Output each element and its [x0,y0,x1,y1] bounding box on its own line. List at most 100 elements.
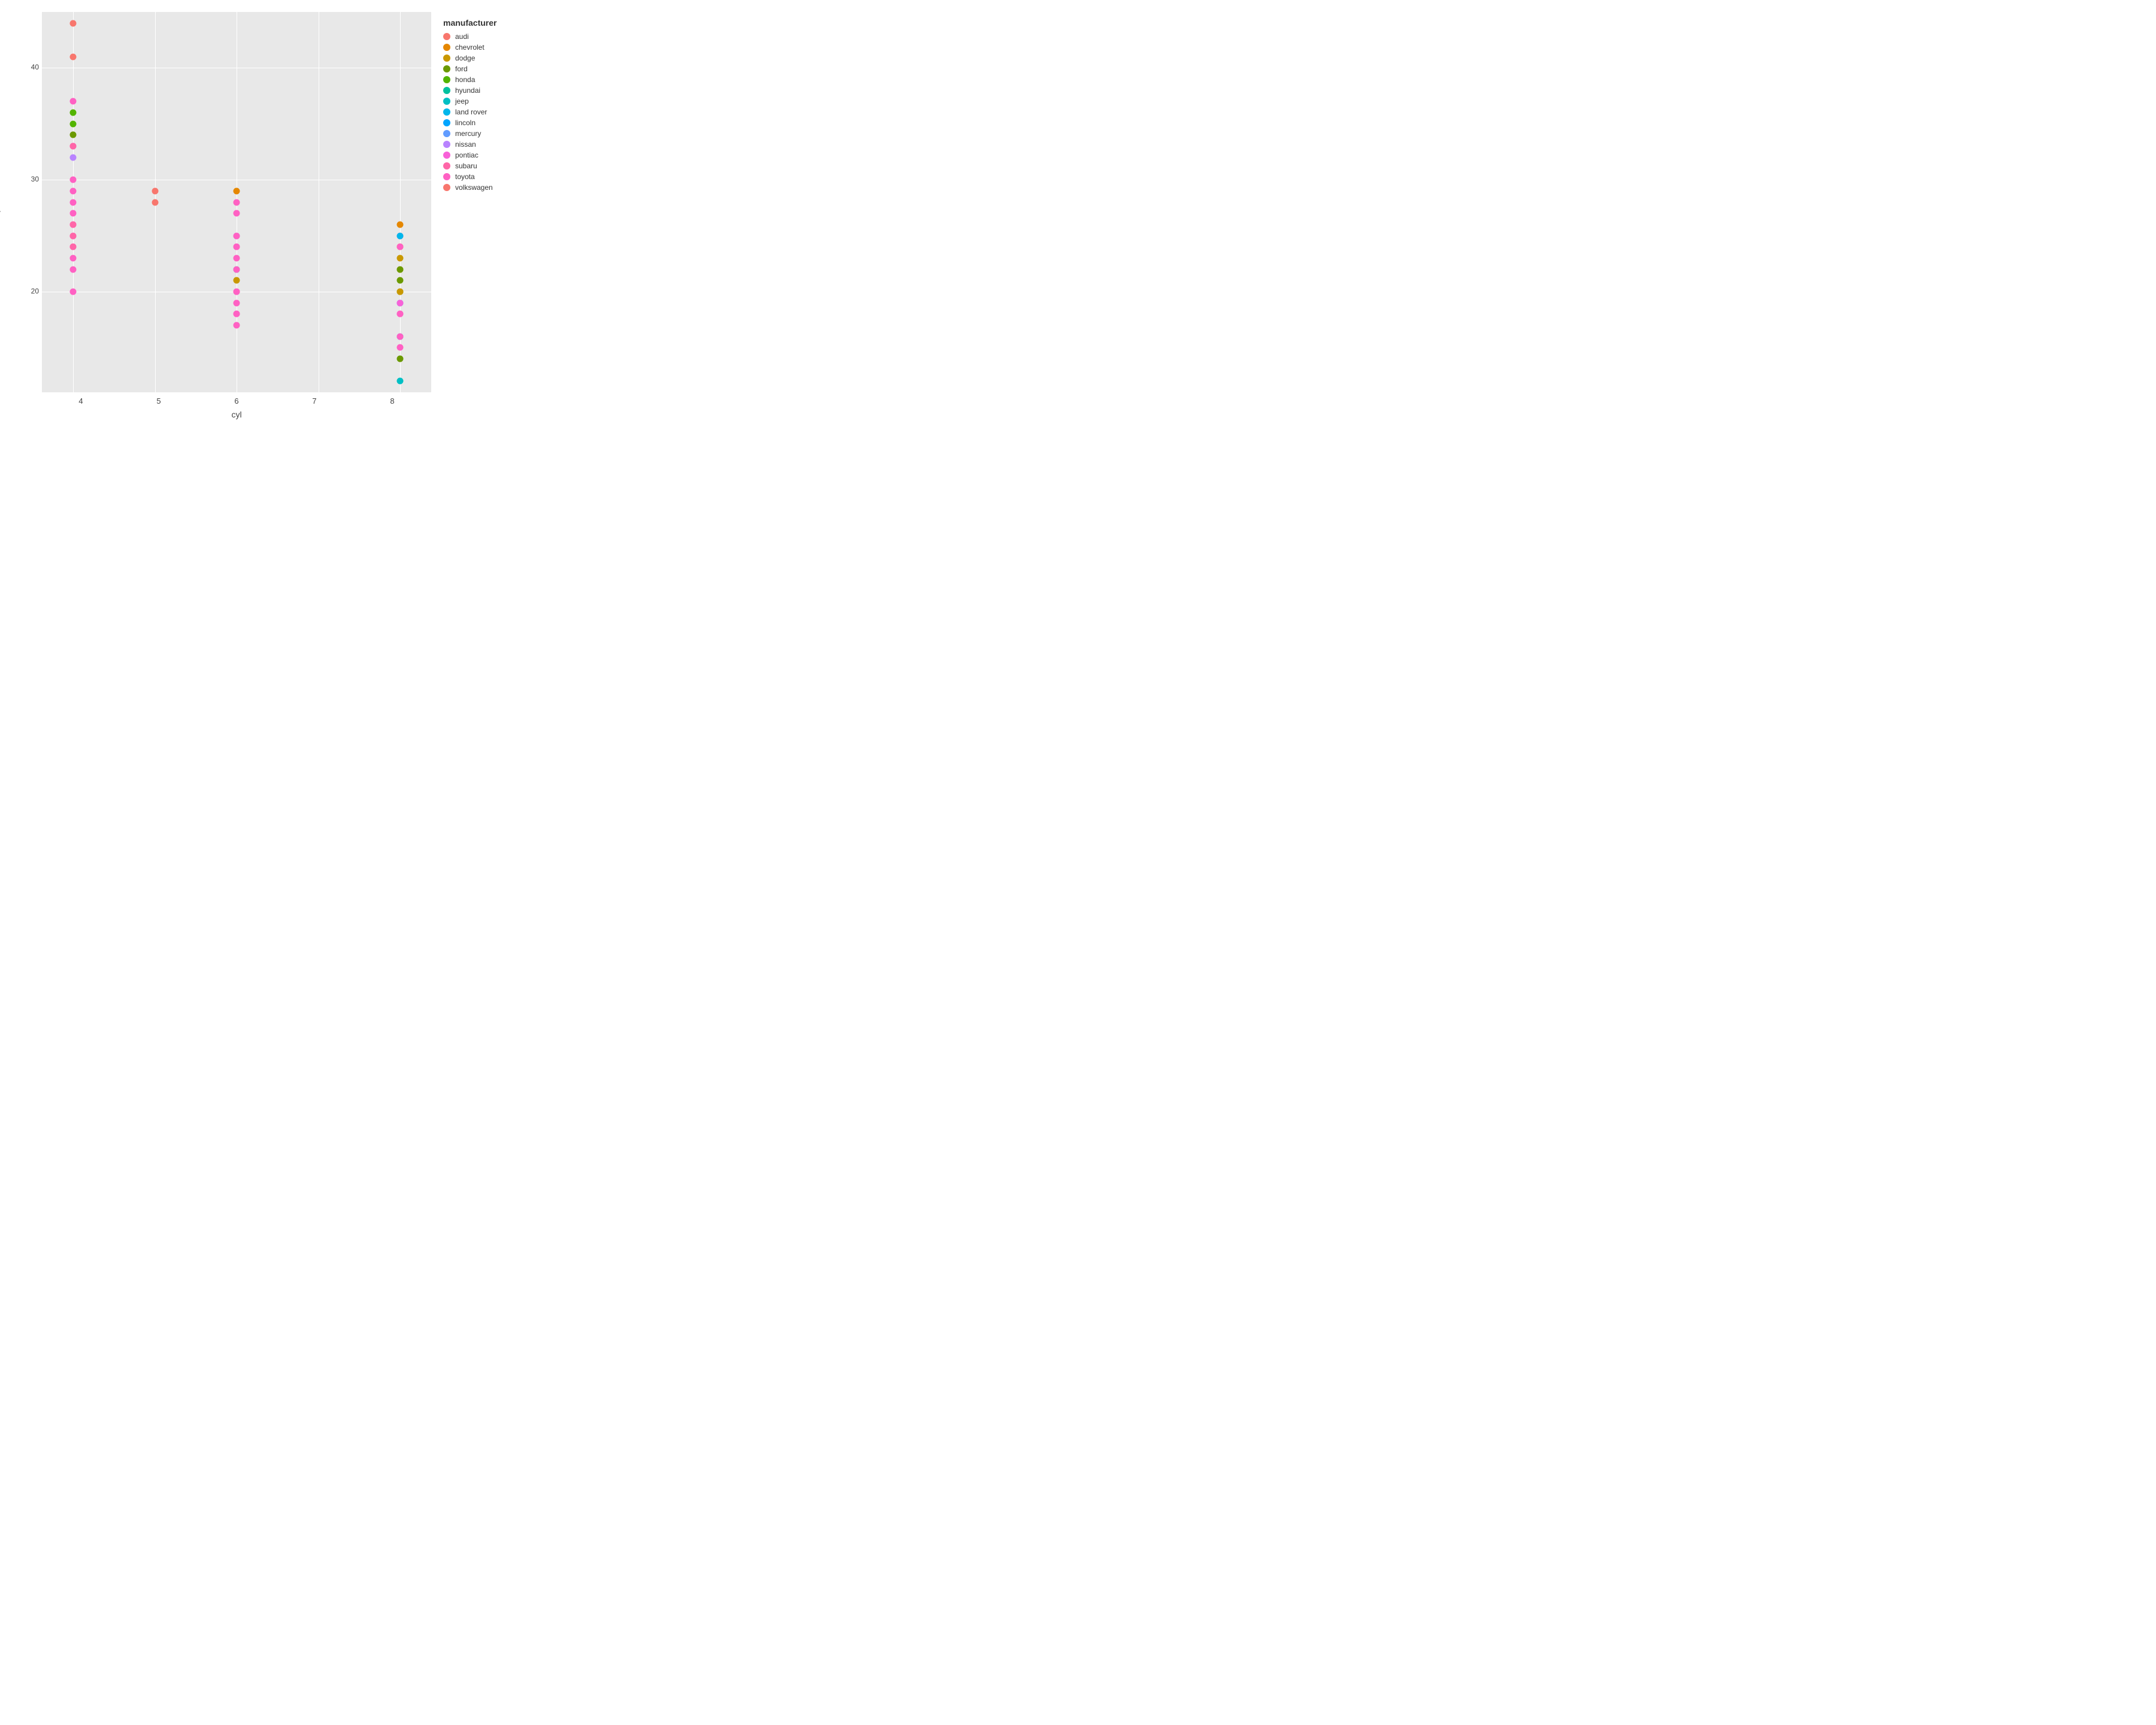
data-dot [397,221,404,228]
legend-item: toyota [443,171,521,182]
data-dot [70,177,77,183]
data-dot [70,266,77,273]
data-dot [397,378,404,385]
data-dot [70,98,77,105]
legend-item: subaru [443,161,521,171]
legend-dot [443,76,450,83]
legend-dot [443,33,450,40]
x-tick: 8 [353,397,431,405]
data-dot [397,344,404,351]
chart-container: hwy 403020 45678 cyl manufacturer audi c… [6,6,533,425]
data-dot [70,120,77,127]
x-axis: 45678 [42,394,431,408]
legend-item: chevrolet [443,42,521,53]
legend-item: mercury [443,128,521,139]
data-dot [234,232,240,239]
legend-item: pontiac [443,150,521,161]
plot-frame: 403020 [42,12,431,392]
data-dot [70,199,77,205]
data-dot [70,132,77,138]
legend-dot [443,98,450,105]
data-dot [70,20,77,26]
data-dot [397,244,404,250]
legend-label: subaru [455,162,477,170]
data-dot [234,210,240,217]
legend-label: volkswagen [455,183,493,192]
legend-dot [443,108,450,116]
legend-label: honda [455,75,475,84]
data-dot [234,288,240,295]
legend-dot [443,173,450,180]
data-dot [234,277,240,284]
data-dot [70,110,77,116]
data-dot [152,199,158,205]
legend-dot [443,87,450,94]
data-dot [397,277,404,284]
plot-with-xaxis: 403020 45678 cyl [42,12,431,419]
data-dot [70,143,77,150]
data-dot [397,355,404,362]
legend-label: mercury [455,129,481,138]
data-dot [70,221,77,228]
legend-dot [443,130,450,137]
legend-label: pontiac [455,151,479,159]
x-axis-label: cyl [42,410,431,419]
data-dot [70,154,77,161]
legend-item: volkswagen [443,182,521,193]
legend-label: jeep [455,97,469,105]
data-dot [234,199,240,205]
y-tick: 40 [18,63,39,71]
legend-label: ford [455,65,468,73]
x-tick: 4 [42,397,120,405]
legend-dot [443,65,450,72]
x-tick: 7 [275,397,353,405]
legend-item: ford [443,63,521,74]
data-dot [234,299,240,306]
legend-dot [443,55,450,62]
legend-item: land rover [443,107,521,117]
data-dot [234,244,240,250]
legend-dot [443,141,450,148]
x-tick: 6 [198,397,275,405]
legend-item: hyundai [443,85,521,96]
data-dot [397,311,404,317]
legend-item: honda [443,74,521,85]
data-dot [70,288,77,295]
data-dot [234,255,240,261]
data-dot [70,53,77,60]
legend-label: dodge [455,54,475,62]
y-tick: 30 [18,175,39,183]
legend-items: audi chevrolet dodge ford honda hyundai … [443,31,521,193]
data-dot [234,322,240,328]
data-dot [234,311,240,317]
data-dot [70,187,77,194]
legend-dot [443,44,450,51]
chart-area: hwy 403020 45678 cyl [12,12,431,419]
legend-item: lincoln [443,117,521,128]
data-dot [234,266,240,273]
legend-title: manufacturer [443,18,521,28]
x-tick: 5 [120,397,198,405]
y-tick: 20 [18,287,39,295]
data-dot [397,232,404,239]
data-dot [70,232,77,239]
legend-item: audi [443,31,521,42]
legend-label: chevrolet [455,43,485,52]
data-dot [397,333,404,340]
data-dot [397,288,404,295]
legend-label: hyundai [455,86,480,95]
data-dot [397,299,404,306]
legend-dot [443,119,450,126]
legend-dot [443,184,450,191]
legend-label: lincoln [455,119,476,127]
legend-label: audi [455,32,469,41]
legend-item: nissan [443,139,521,150]
legend-label: toyota [455,172,475,181]
legend-label: land rover [455,108,487,116]
data-dot [397,266,404,273]
legend-item: jeep [443,96,521,107]
legend-dot [443,162,450,170]
legend-dot [443,152,450,159]
legend: manufacturer audi chevrolet dodge ford h… [431,12,527,419]
data-dot [70,255,77,261]
